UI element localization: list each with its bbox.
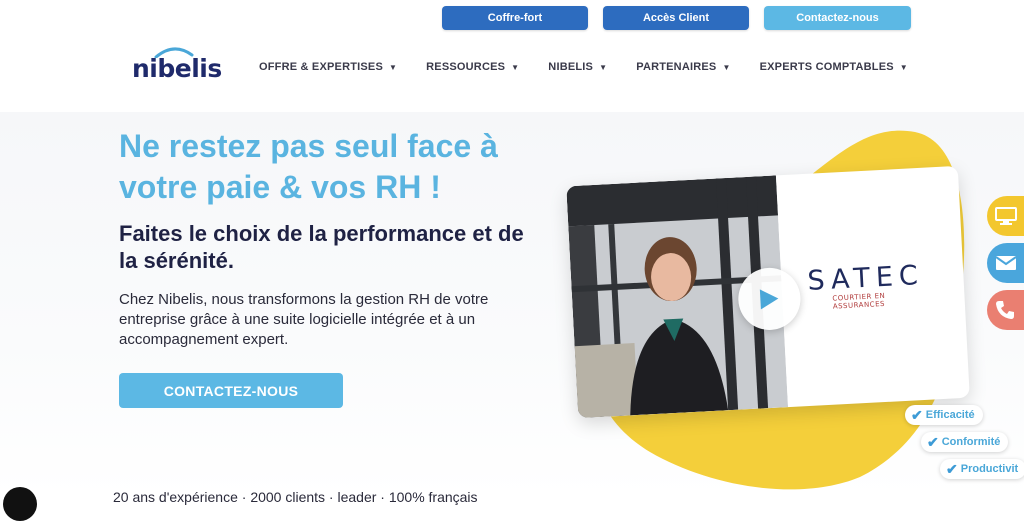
phone-icon: [996, 301, 1014, 319]
nav-item-partenaires[interactable]: PARTENAIRES ▼: [636, 61, 730, 73]
stats-strip: 20 ans d'expérience · 2000 clients · lea…: [113, 489, 478, 505]
tag-conformite: ✔ Conformité: [921, 432, 1009, 452]
caret-down-icon: ▼: [511, 62, 520, 72]
screen-icon: [995, 207, 1017, 225]
hero-subheadline: Faites le choix de la performance et de …: [119, 221, 524, 273]
nav-item-label: RESSOURCES: [426, 61, 506, 73]
nibelis-logo[interactable]: nibelis: [132, 46, 222, 86]
satec-brand: SATEC COURTIER EN ASSURANCES: [807, 259, 939, 312]
check-icon: ✔: [911, 406, 923, 423]
top-action-bar: Coffre-fort Accès Client Contactez-nous: [0, 6, 1024, 32]
nav-item-label: PARTENAIRES: [636, 61, 717, 73]
nav-item-label: OFFRE & EXPERTISES: [259, 61, 384, 73]
side-demo-button[interactable]: [987, 196, 1024, 236]
play-icon: [759, 289, 779, 310]
check-icon: ✔: [946, 460, 958, 477]
caret-down-icon: ▼: [599, 62, 608, 72]
tag-efficacite: ✔ Efficacité: [905, 405, 983, 425]
caret-down-icon: ▼: [389, 62, 398, 72]
side-mail-button[interactable]: [987, 243, 1024, 283]
vault-button[interactable]: Coffre-fort: [442, 6, 588, 30]
caret-down-icon: ▼: [899, 62, 908, 72]
hero-body: Chez Nibelis, nous transformons la gesti…: [119, 291, 489, 348]
chat-widget-button[interactable]: [3, 487, 37, 521]
client-access-button[interactable]: Accès Client: [603, 6, 749, 30]
tag-label: Productivit: [960, 463, 1019, 475]
hero-headline: Ne restez pas seul face à votre paie & v…: [119, 128, 498, 205]
tag-label: Efficacité: [925, 409, 975, 421]
contact-cta-button[interactable]: CONTACTEZ-NOUS: [119, 373, 343, 408]
check-icon: ✔: [927, 433, 939, 450]
video-card[interactable]: SATEC COURTIER EN ASSURANCES: [566, 165, 970, 419]
nav-item-offre[interactable]: OFFRE & EXPERTISES ▼: [259, 61, 397, 73]
nav-item-ressources[interactable]: RESSOURCES ▼: [426, 61, 519, 73]
mail-icon: [995, 256, 1017, 270]
tag-label: Conformité: [941, 436, 1001, 448]
nav-item-label: NIBELIS: [548, 61, 594, 73]
main-nav: OFFRE & EXPERTISES ▼ RESSOURCES ▼ NIBELI…: [259, 61, 937, 73]
contact-top-button[interactable]: Contactez-nous: [764, 6, 911, 30]
caret-down-icon: ▼: [722, 62, 731, 72]
logo-text: nibelis: [132, 54, 222, 83]
nav-item-label: EXPERTS COMPTABLES: [759, 61, 894, 73]
tag-productivite: ✔ Productivit: [940, 459, 1024, 479]
side-phone-button[interactable]: [987, 290, 1024, 330]
nav-item-nibelis[interactable]: NIBELIS ▼: [548, 61, 607, 73]
nav-item-experts[interactable]: EXPERTS COMPTABLES ▼: [760, 61, 908, 73]
